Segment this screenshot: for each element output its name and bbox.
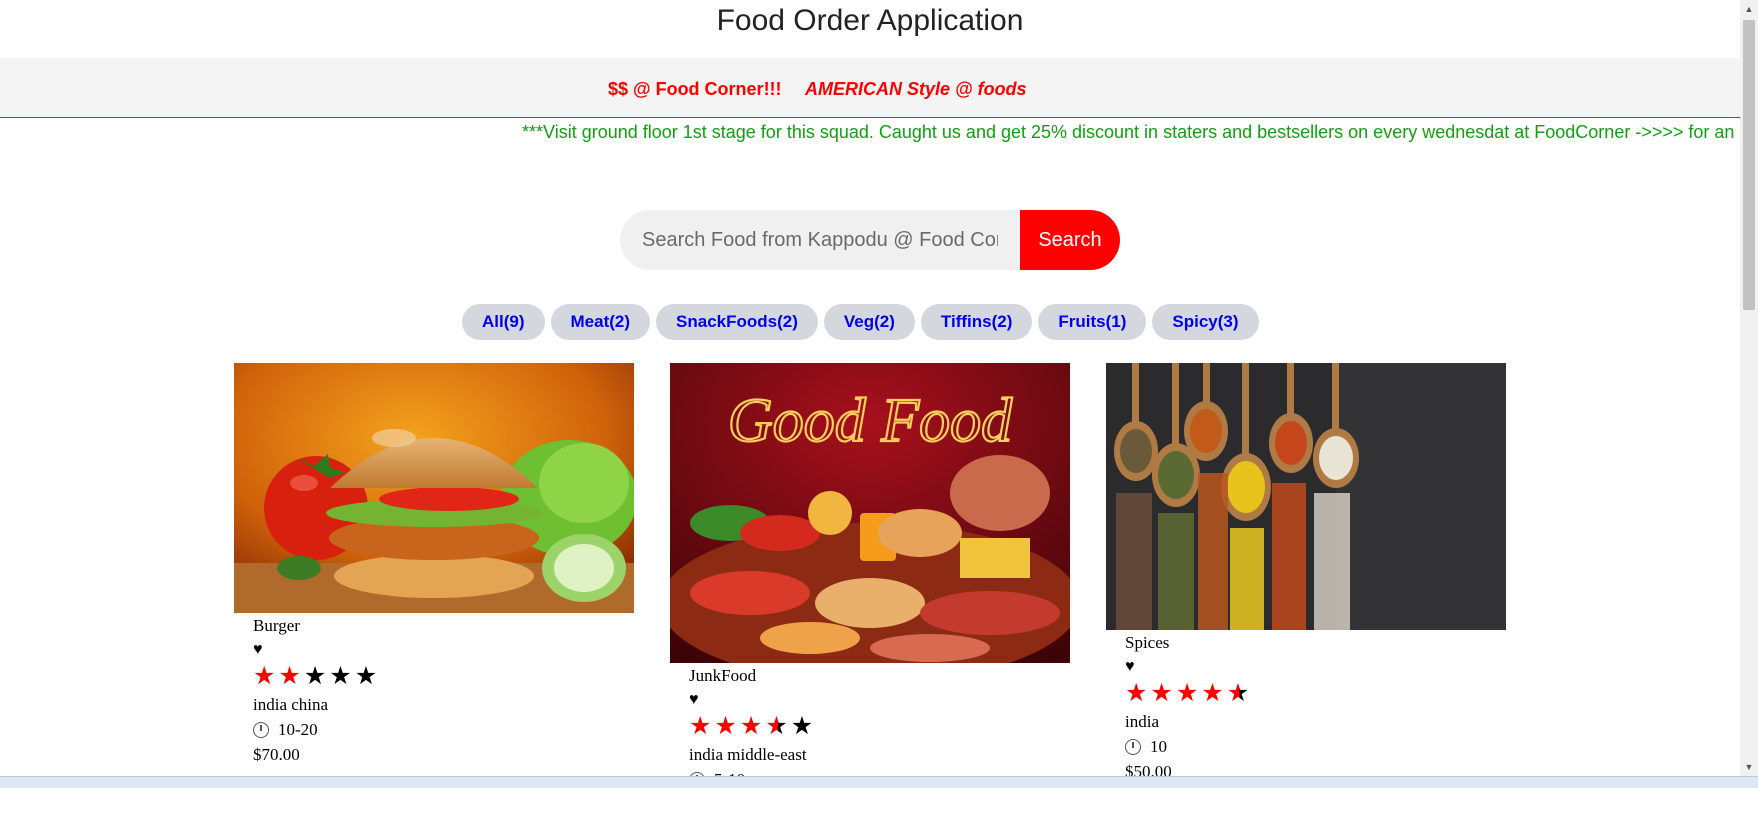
- star-icon: ★: [689, 713, 715, 740]
- star-icon: ★: [303, 663, 330, 690]
- food-price: $70.00: [253, 745, 300, 764]
- promo-marquee-text: ***Visit ground floor 1st stage for this…: [522, 122, 1735, 142]
- star-icon: ★: [765, 713, 791, 740]
- tag-all[interactable]: All(9): [462, 304, 545, 340]
- heart-icon[interactable]: ♥: [1125, 655, 1252, 679]
- star-icon: ★: [1125, 680, 1151, 707]
- food-name: JunkFood: [689, 666, 757, 685]
- food-image-junkfood[interactable]: Good Food: [670, 363, 1070, 663]
- clock-icon: [253, 721, 269, 738]
- page-title: Food Order Application: [716, 4, 1024, 37]
- star-icon: ★: [354, 663, 381, 690]
- promo-marquee: ***Visit ground floor 1st stage for this…: [0, 120, 1740, 144]
- star-icon: ★: [1226, 680, 1253, 707]
- food-origins: india china: [253, 695, 329, 714]
- cook-time: 10-20: [253, 717, 380, 742]
- food-image-spices[interactable]: [1106, 363, 1506, 630]
- food-info: JunkFood ♥ ★★★★★ india middle-east 5-10: [689, 664, 816, 817]
- top-navigation: $$ @ Food Corner!!! AMERICAN Style @ foo…: [0, 58, 1740, 118]
- tag-veg[interactable]: Veg(2): [823, 304, 915, 340]
- clock-icon: [1125, 738, 1141, 755]
- star-icon: ★: [253, 663, 279, 690]
- tag-meat[interactable]: Meat(2): [550, 304, 651, 340]
- heart-icon[interactable]: ♥: [253, 638, 380, 662]
- search-input[interactable]: [620, 210, 1020, 270]
- star-icon: ★: [1175, 680, 1202, 707]
- nav-link-american-style[interactable]: AMERICAN Style @ foods: [805, 79, 1027, 100]
- star-rating: ★★★★★: [1125, 679, 1252, 709]
- search-button[interactable]: Search: [1020, 210, 1120, 270]
- food-name: Burger: [253, 616, 300, 635]
- star-rating: ★★★★★: [253, 662, 380, 692]
- tag-filter-bar: All(9) Meat(2) SnackFoods(2) Veg(2) Tiff…: [462, 304, 1259, 340]
- star-icon: ★: [1150, 680, 1176, 707]
- food-info: Spices ♥ ★★★★★ india 10 $50.00: [1125, 631, 1252, 784]
- food-origins: india: [1125, 712, 1159, 731]
- food-price: [689, 792, 816, 817]
- star-icon: ★: [329, 663, 355, 690]
- tag-tiffins[interactable]: Tiffins(2): [920, 304, 1033, 340]
- tag-snackfoods[interactable]: SnackFoods(2): [656, 304, 818, 340]
- search-box: Search: [620, 210, 1120, 270]
- star-icon: ★: [1201, 680, 1227, 707]
- cook-time-value: 10: [1150, 737, 1167, 756]
- nav-link-food-corner[interactable]: $$ @ Food Corner!!!: [608, 79, 782, 100]
- tag-fruits[interactable]: Fruits(1): [1038, 304, 1147, 340]
- star-icon: ★: [739, 713, 766, 740]
- star-icon: ★: [714, 713, 740, 740]
- taskbar-edge: [0, 776, 1758, 788]
- food-origins: india middle-east: [689, 745, 807, 764]
- neon-sign-text: Good Food: [728, 387, 1013, 455]
- star-icon: ★: [278, 663, 304, 690]
- food-info: Burger ♥ ★★★★★ india china 10-20 $70.00: [253, 614, 380, 767]
- star-rating: ★★★★★: [689, 712, 816, 742]
- scrollbar-thumb[interactable]: [1743, 20, 1755, 310]
- scroll-down-arrow-icon[interactable]: ▼: [1740, 758, 1758, 776]
- cook-time-value: 10-20: [278, 720, 318, 739]
- scroll-up-arrow-icon[interactable]: ▲: [1740, 0, 1758, 18]
- food-name: Spices: [1125, 633, 1170, 652]
- tag-spicy[interactable]: Spicy(3): [1152, 304, 1259, 340]
- cook-time: 10: [1125, 734, 1252, 759]
- star-icon: ★: [790, 713, 817, 740]
- vertical-scrollbar[interactable]: ▲ ▼: [1740, 0, 1758, 776]
- heart-icon[interactable]: ♥: [689, 688, 816, 712]
- food-image-burger[interactable]: [234, 363, 634, 613]
